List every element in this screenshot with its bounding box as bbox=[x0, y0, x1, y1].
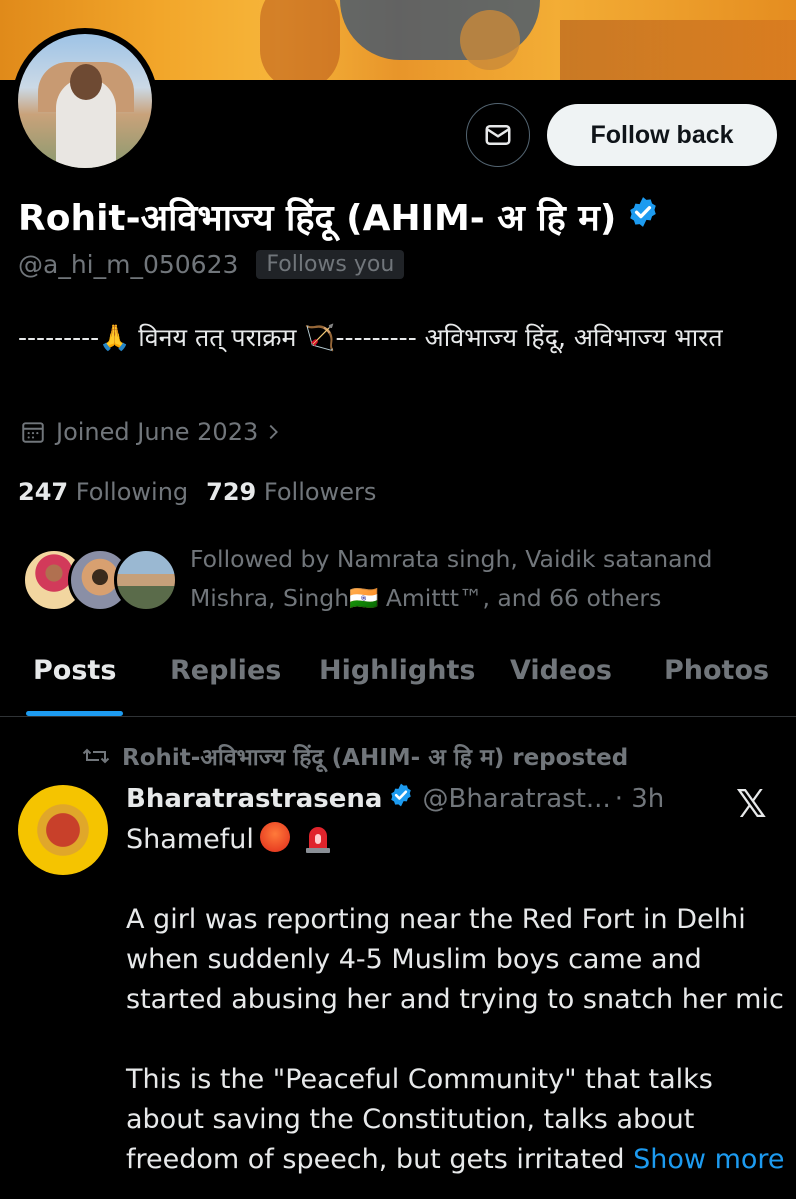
siren-icon bbox=[305, 827, 330, 853]
profile-avatar[interactable] bbox=[12, 28, 158, 174]
post-paragraph-2: A girl was reporting near the Red Fort i… bbox=[126, 904, 784, 1015]
post-timestamp[interactable]: · 3h bbox=[615, 784, 665, 814]
mutual-avatar bbox=[114, 548, 178, 612]
followers-label: Followers bbox=[263, 478, 377, 506]
followed-by-section[interactable]: Followed by Namrata singh, Vaidik satana… bbox=[22, 540, 750, 618]
followers-count: 729 bbox=[206, 478, 257, 506]
post-paragraph-3-text: This is the "Peaceful Community" that ta… bbox=[126, 1064, 713, 1175]
chevron-right-icon bbox=[269, 424, 279, 440]
follows-you-badge: Follows you bbox=[256, 250, 405, 279]
active-tab-indicator bbox=[26, 711, 123, 716]
follow-back-button[interactable]: Follow back bbox=[547, 104, 777, 166]
joined-date[interactable]: Joined June 2023 bbox=[20, 418, 284, 446]
calendar-icon bbox=[22, 422, 44, 443]
post-text[interactable]: Shameful A girl was reporting near the R… bbox=[126, 820, 786, 1199]
joined-text: Joined June 2023 bbox=[56, 418, 259, 446]
tab-photos[interactable]: Photos bbox=[664, 655, 769, 686]
post-line-1: Shameful bbox=[126, 820, 786, 860]
followed-by-text: Followed by Namrata singh, Vaidik satana… bbox=[190, 545, 713, 612]
tab-posts[interactable]: Posts bbox=[33, 655, 116, 686]
profile-bio: ---------🙏 विनय तत् पराक्रम 🏹--------- अ… bbox=[18, 323, 723, 352]
repost-label: Rohit-अविभाज्य हिंदू (AHIM- अ हि म) repo… bbox=[122, 745, 629, 771]
tab-highlights[interactable]: Highlights bbox=[319, 655, 475, 686]
post-author-name[interactable]: Bharatrastrasena bbox=[126, 784, 382, 814]
show-more-link[interactable]: Show more bbox=[633, 1144, 784, 1175]
post-header: Bharatrastrasena @Bharatrast... · 3h bbox=[126, 782, 664, 815]
mutual-avatars bbox=[22, 540, 178, 612]
post-line-1-text: Shameful bbox=[126, 824, 254, 855]
tab-videos[interactable]: Videos bbox=[510, 655, 612, 686]
verified-badge-icon[interactable] bbox=[626, 195, 660, 238]
following-link[interactable]: 247 Following bbox=[18, 478, 188, 506]
handle-row: @a_hi_m_050623 Follows you bbox=[18, 250, 405, 279]
following-label: Following bbox=[75, 478, 189, 506]
angry-face-icon bbox=[259, 822, 290, 852]
repost-icon bbox=[82, 748, 110, 764]
post-author-handle[interactable]: @Bharatrast... bbox=[422, 784, 610, 814]
tab-replies[interactable]: Replies bbox=[170, 655, 281, 686]
follow-stats: 247 Following 729 Followers bbox=[18, 478, 376, 506]
post-author-avatar[interactable] bbox=[18, 785, 108, 875]
post-paragraph-3: This is the "Peaceful Community" that ta… bbox=[126, 1060, 786, 1180]
verified-badge-icon[interactable] bbox=[388, 782, 414, 815]
profile-handle: @a_hi_m_050623 bbox=[18, 250, 239, 279]
profile-name-text: Rohit-अविभाज्य हिंदू (AHIM- अ हि म) bbox=[18, 198, 617, 239]
envelope-icon bbox=[485, 125, 511, 145]
profile-name: Rohit-अविभाज्य हिंदू (AHIM- अ हि म) bbox=[18, 192, 660, 241]
followers-link[interactable]: 729 Followers bbox=[206, 478, 376, 506]
following-count: 247 bbox=[18, 478, 69, 506]
repost-indicator[interactable]: Rohit-अविभाज्य हिंदू (AHIM- अ हि म) repo… bbox=[82, 740, 628, 772]
message-button[interactable] bbox=[466, 103, 530, 167]
profile-tabs: Posts Replies Highlights Videos Photos bbox=[0, 645, 796, 717]
